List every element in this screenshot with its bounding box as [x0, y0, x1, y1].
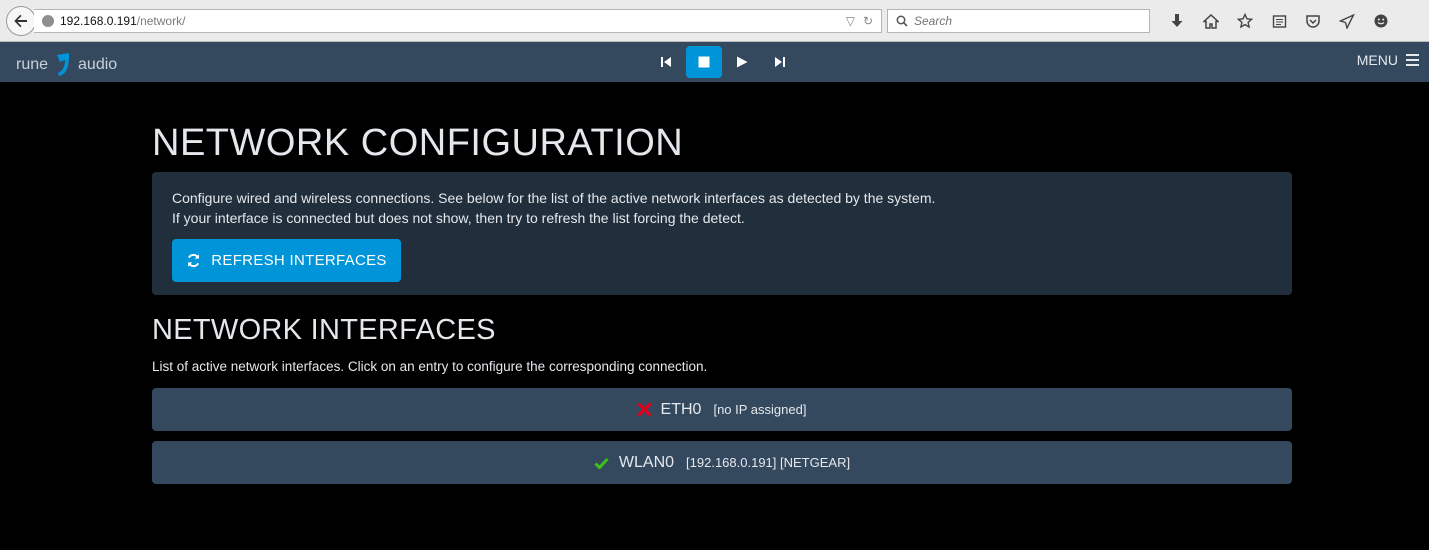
- browser-menu-icon[interactable]: [1398, 9, 1429, 33]
- menu-label: MENU: [1356, 52, 1398, 68]
- interface-detail: [no IP assigned]: [713, 402, 807, 417]
- send-icon[interactable]: [1330, 9, 1364, 33]
- stop-icon: [698, 56, 710, 68]
- intro-text-line1: Configure wired and wireless connections…: [172, 190, 936, 206]
- logo-text-left: rune: [16, 56, 49, 73]
- bookmark-star-icon[interactable]: [1228, 9, 1262, 33]
- page-title: NETWORK CONFIGURATION: [152, 122, 684, 164]
- stop-button[interactable]: [686, 46, 722, 78]
- search-input[interactable]: [914, 14, 1134, 28]
- pocket-icon[interactable]: [1296, 9, 1330, 33]
- refresh-icon: [188, 253, 200, 268]
- search-box[interactable]: [887, 9, 1150, 33]
- play-icon: [737, 56, 748, 68]
- refresh-interfaces-button[interactable]: REFRESH INTERFACES: [172, 239, 401, 282]
- skip-next-icon: [775, 57, 785, 67]
- play-button[interactable]: [724, 46, 760, 78]
- arrow-left-icon: [14, 14, 27, 28]
- interface-detail: [192.168.0.191] [NETGEAR]: [686, 455, 851, 470]
- search-icon: [896, 15, 908, 27]
- menu-button[interactable]: MENU: [1357, 52, 1419, 68]
- globe-icon: [42, 15, 54, 27]
- url-host: 192.168.0.191: [60, 14, 137, 28]
- home-icon[interactable]: [1194, 9, 1228, 33]
- previous-button[interactable]: [648, 46, 684, 78]
- interface-item-wlan0[interactable]: WLAN0 [192.168.0.191] [NETGEAR]: [152, 441, 1292, 484]
- disconnected-x-icon: [637, 403, 651, 416]
- url-path: /network/: [136, 14, 186, 28]
- browser-toolbar: 192.168.0.191/network/ ▽ ↻: [0, 0, 1429, 42]
- connected-check-icon: [594, 457, 609, 469]
- interfaces-title: NETWORK INTERFACES: [152, 314, 496, 346]
- hamburger-icon: [1406, 54, 1419, 66]
- interface-name: WLAN0: [618, 453, 675, 471]
- address-bar[interactable]: 192.168.0.191/network/ ▽ ↻: [34, 9, 882, 33]
- reading-list-icon[interactable]: [1262, 9, 1296, 33]
- logo[interactable]: rune audio: [16, 52, 117, 78]
- reload-icon[interactable]: ↻: [863, 14, 873, 28]
- interface-item-eth0[interactable]: ETH0 [no IP assigned]: [152, 388, 1292, 431]
- dropdown-arrow-icon[interactable]: ▽: [846, 14, 855, 28]
- back-button[interactable]: [6, 6, 36, 36]
- logo-text-right: audio: [78, 56, 118, 73]
- intro-text-line2: If your interface is connected but does …: [172, 210, 745, 226]
- rune-logo-icon: [57, 53, 70, 76]
- smiley-icon[interactable]: [1364, 9, 1398, 33]
- app-navbar: rune audio MENU: [0, 42, 1429, 82]
- intro-panel: Configure wired and wireless connections…: [152, 172, 1292, 295]
- refresh-interfaces-label: REFRESH INTERFACES: [211, 252, 387, 269]
- download-icon[interactable]: [1160, 9, 1194, 33]
- interfaces-description: List of active network interfaces. Click…: [152, 359, 708, 374]
- next-button[interactable]: [762, 46, 798, 78]
- interface-name: ETH0: [660, 400, 702, 418]
- skip-previous-icon: [661, 57, 671, 67]
- playback-controls: [648, 46, 798, 78]
